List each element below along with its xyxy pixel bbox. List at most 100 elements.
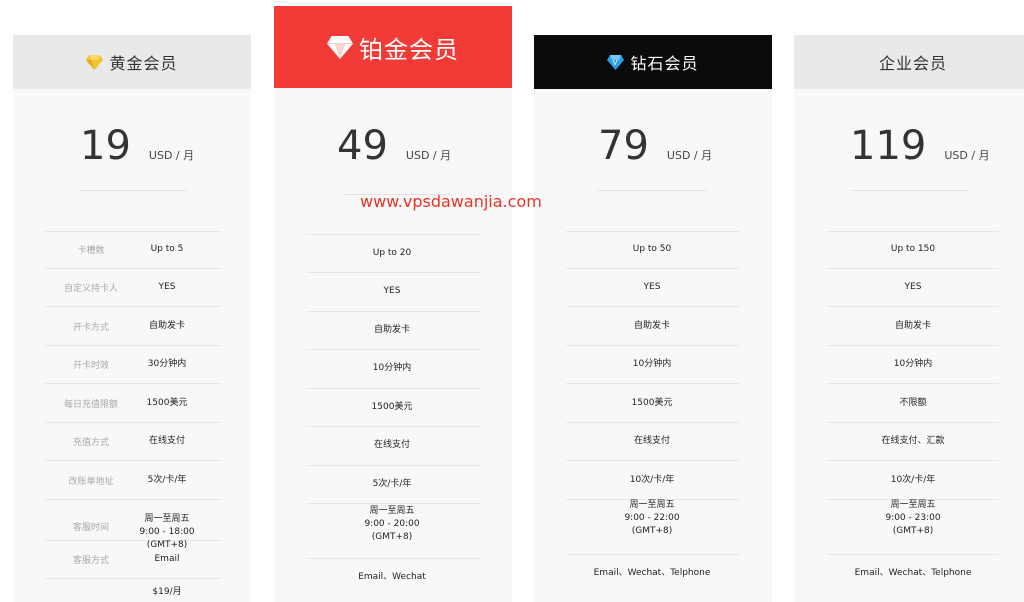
feature-value: 10次/卡/年 [568, 474, 736, 487]
price-unit: USD / 月 [666, 149, 713, 162]
row-divider [827, 554, 999, 555]
row-divider [306, 426, 480, 427]
plan-name: 企业会员 [878, 54, 947, 73]
feature-value-line: (GMT+8) [631, 525, 673, 536]
feature-value: 10分钟内 [568, 358, 736, 371]
feature-value-line: YES [383, 285, 401, 296]
row-divider [827, 231, 999, 232]
plan-card-enterprise: 企业会员 119 USD / 月 Up to 150 YES 自助发卡 10分钟内 不限额在… [794, 35, 1024, 602]
feature-value: 在线支付、汇款 [828, 435, 998, 448]
feature-value-line: 周一至周五 [890, 499, 936, 510]
feature-value: 周一至周五 9:00 - 23:00 (GMT+8) [828, 499, 998, 538]
feature-value-line: 9:00 - 23:00 [885, 512, 941, 523]
price: 19 USD / 月 [13, 123, 251, 169]
plan-name: 黄金会员 [109, 54, 178, 73]
price-divider [850, 190, 968, 191]
feature-value-line: 自助发卡 [633, 320, 670, 331]
feature-value: 在线支付 [308, 439, 476, 452]
row-divider [566, 383, 740, 384]
feature-value: 1500美元 [568, 397, 736, 410]
feature-label: 开卡方式 [72, 322, 109, 333]
feature-value-line: 10分钟内 [632, 358, 672, 369]
row-divider [306, 349, 480, 350]
price: 49 USD / 月 [274, 123, 512, 169]
row-divider [827, 422, 999, 423]
row-divider [45, 422, 221, 423]
feature-value-line: 在线支付、汇款 [881, 435, 945, 446]
price: 79 USD / 月 [534, 123, 772, 169]
feature-label: 改账单地址 [68, 476, 114, 487]
white-diamond-icon [327, 35, 353, 59]
feature-value-line: (GMT+8) [371, 531, 413, 542]
feature-value: 自助发卡 [568, 320, 736, 333]
row-divider [566, 231, 740, 232]
row-divider [566, 554, 740, 555]
feature-value: Up to 20 [308, 247, 476, 260]
row-divider [306, 234, 480, 235]
feature-value: 10分钟内 [308, 362, 476, 375]
row-divider [45, 499, 221, 500]
row-divider [566, 460, 740, 461]
feature-value-line: 9:00 - 20:00 [364, 518, 420, 529]
feature-value-line: Up to 20 [372, 247, 412, 258]
feature-value-line: (GMT+8) [892, 525, 934, 536]
feature-value: $19/月 [120, 586, 214, 599]
feature-value-line: 10次/卡/年 [890, 474, 936, 485]
feature-value: 10分钟内 [828, 358, 998, 371]
feature-value-line: YES [643, 281, 661, 292]
feature-value: 周一至周五 9:00 - 22:00 (GMT+8) [568, 499, 736, 538]
row-divider [827, 345, 999, 346]
price-divider [79, 190, 187, 191]
blue-diamond-icon: V [607, 54, 625, 70]
feature-value: 周一至周五 9:00 - 20:00 (GMT+8) [308, 505, 476, 544]
feature-value: 不限额 [828, 397, 998, 410]
feature-value-line: 1500美元 [631, 397, 673, 408]
watermark-text: www.vpsdawanjia.com [360, 192, 542, 211]
row-divider [827, 383, 999, 384]
plan-name: 钻石会员 [630, 54, 699, 73]
feature-value-line: YES [904, 281, 922, 292]
feature-value-line: Email、Wechat、Telphone [593, 567, 711, 578]
row-divider [827, 460, 999, 461]
price-amount: 79 [598, 123, 649, 169]
feature-value: 自助发卡 [828, 320, 998, 333]
plan-header-enterprise: 企业会员 [794, 35, 1024, 89]
feature-value-line: 自助发卡 [373, 324, 410, 335]
feature-value: 10次/卡/年 [828, 474, 998, 487]
feature-label: 自定义持卡人 [63, 283, 118, 294]
row-divider [306, 465, 480, 466]
feature-value: 在线支付 [568, 435, 736, 448]
feature-value: YES [308, 285, 476, 298]
feature-label: 客服时间 [72, 522, 109, 533]
feature-value-line: 在线支付 [373, 439, 410, 450]
feature-value-line: 10分钟内 [372, 362, 412, 373]
row-divider [827, 306, 999, 307]
feature-value: YES [568, 281, 736, 294]
feature-label: 充值方式 [72, 437, 109, 448]
feature-value-line: 5次/卡/年 [372, 478, 412, 489]
plan-header-gold: 黄金会员 [13, 35, 251, 89]
price-amount: 19 [80, 123, 131, 169]
feature-value: 自助发卡 [308, 324, 476, 337]
price-divider [598, 190, 706, 191]
feature-value: Up to 50 [568, 243, 736, 256]
feature-label: 每日充值限额 [63, 399, 118, 410]
row-divider [45, 345, 221, 346]
feature-value-line: 在线支付 [633, 435, 670, 446]
feature-label: 开卡时效 [72, 360, 109, 371]
feature-value-line: 10次/卡/年 [629, 474, 675, 485]
row-divider [45, 460, 221, 461]
feature-value-line: 自助发卡 [894, 320, 931, 331]
row-divider [566, 268, 740, 269]
gold-diamond-icon [86, 54, 104, 70]
price-amount: 49 [337, 123, 388, 169]
feature-label: 客服方式 [72, 555, 109, 566]
feature-value-line: 10分钟内 [893, 358, 933, 369]
price-unit: USD / 月 [405, 149, 452, 162]
row-divider [45, 578, 221, 579]
row-divider [306, 272, 480, 273]
feature-value-line: $19/月 [152, 586, 182, 597]
price-amount: 119 [850, 123, 927, 169]
row-divider [45, 383, 221, 384]
feature-value-line: Email、Wechat [358, 571, 426, 582]
